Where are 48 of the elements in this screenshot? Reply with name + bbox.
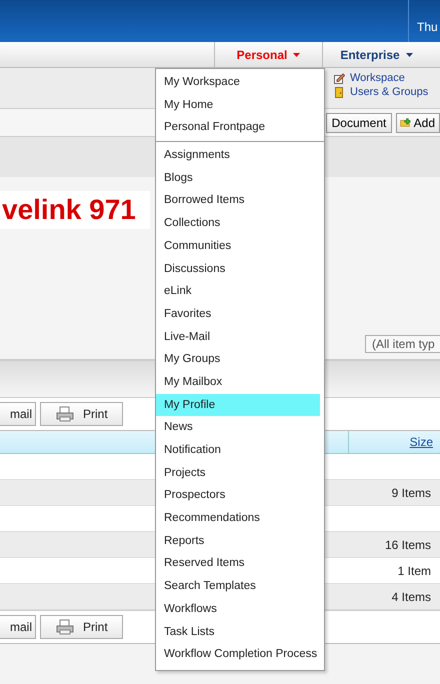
menu-item[interactable]: News (156, 416, 320, 439)
menu-item[interactable]: Live-Mail (156, 326, 320, 348)
menu-item[interactable]: My Home (156, 94, 320, 116)
menu-item[interactable]: Communities (156, 234, 320, 258)
menu-item[interactable]: Favorites (156, 302, 320, 326)
add-button[interactable]: Add (396, 112, 440, 132)
users-groups-link[interactable]: Users & Groups (334, 86, 440, 98)
caret-icon (293, 52, 300, 56)
size-cell: 16 Items (384, 538, 431, 552)
menu-item[interactable]: Collections (156, 212, 320, 235)
workspace-link[interactable]: Workspace (334, 72, 440, 84)
menu-item[interactable]: Borrowed Items (156, 189, 320, 212)
menu-item[interactable]: Prospectors (156, 484, 320, 508)
printer-icon (55, 406, 75, 422)
menu-item[interactable]: Workflows (156, 598, 320, 620)
page-title: velink 971 (0, 191, 150, 229)
item-type-select[interactable]: (All item typ (365, 335, 440, 353)
column-header-link[interactable]: Size (410, 435, 433, 449)
print-button[interactable]: Print (40, 615, 123, 639)
print-button[interactable]: Print (40, 402, 123, 426)
menu-item[interactable]: Recommendations (156, 507, 320, 530)
date-text: Thu (417, 20, 438, 34)
size-cell: 9 Items (392, 486, 431, 500)
menu-item[interactable]: Blogs (156, 166, 320, 190)
nav-tab[interactable]: Enterprise (322, 42, 430, 67)
nav-tab[interactable]: Personal (214, 42, 322, 67)
menu-item[interactable]: Personal Frontpage (156, 116, 320, 140)
menu-item[interactable]: Reports (156, 530, 320, 552)
menu-item[interactable]: Notification (156, 439, 320, 462)
size-cell: 4 Items (392, 590, 431, 604)
door-icon (334, 86, 345, 98)
menu-item[interactable]: Discussions (156, 258, 320, 280)
menu-item[interactable]: My Groups (156, 348, 320, 371)
menu-item[interactable]: Workflow Completion Process (156, 643, 320, 666)
email-button[interactable]: mail (0, 402, 36, 426)
size-cell: 1 Item (398, 564, 431, 578)
printer-icon (55, 619, 75, 635)
menu-item[interactable]: Projects (156, 462, 320, 484)
document-button[interactable]: Document (326, 112, 392, 132)
menu-item[interactable]: Search Templates (156, 575, 320, 598)
menu-item[interactable]: eLink (156, 280, 320, 303)
menu-item[interactable]: Task Lists (156, 620, 320, 644)
menu-item[interactable]: My Workspace (156, 71, 320, 94)
menu-item[interactable]: My Profile (156, 394, 320, 416)
email-button[interactable]: mail (0, 615, 36, 639)
notepad-icon (334, 72, 345, 84)
caret-icon (406, 52, 413, 56)
menu-item[interactable]: Reserved Items (156, 552, 320, 576)
